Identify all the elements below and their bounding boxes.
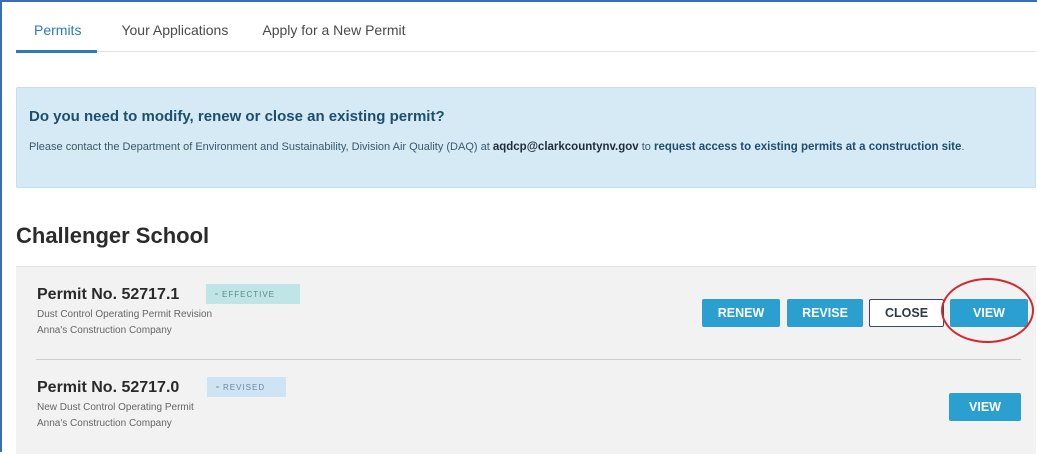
banner-text-intro: Please contact the Department of Environ… bbox=[29, 141, 493, 153]
close-button[interactable]: CLOSE bbox=[869, 299, 944, 327]
permit-company: Anna's Construction Company bbox=[37, 418, 172, 429]
tab-bar: Permits Your Applications Apply for a Ne… bbox=[16, 10, 1036, 53]
banner-text-end: . bbox=[961, 141, 965, 153]
site-title: Challenger School bbox=[16, 223, 210, 248]
view-button[interactable]: VIEW bbox=[949, 393, 1021, 421]
permit-type: Dust Control Operating Permit Revision bbox=[37, 309, 213, 320]
renew-button[interactable]: RENEW bbox=[702, 299, 780, 327]
banner-text-mid: to bbox=[638, 141, 654, 153]
banner-text: Please contact the Department of Environ… bbox=[29, 138, 1019, 157]
tab-your-applications[interactable]: Your Applications bbox=[121, 10, 228, 52]
tab-permits[interactable]: Permits bbox=[16, 10, 98, 53]
permit-type: New Dust Control Operating Permit bbox=[37, 402, 194, 413]
permit-row: Permit No. 52717.0 REVISED New Dust Cont… bbox=[16, 360, 1036, 450]
status-dot-icon bbox=[216, 386, 219, 388]
tab-apply-new-permit[interactable]: Apply for a New Permit bbox=[262, 10, 405, 52]
status-badge: REVISED bbox=[207, 377, 286, 397]
contact-email[interactable]: aqdcp@clarkcountynv.gov bbox=[493, 141, 639, 153]
banner-title: Do you need to modify, renew or close an… bbox=[29, 108, 445, 125]
permit-company: Anna's Construction Company bbox=[37, 325, 172, 336]
app-frame: Permits Your Applications Apply for a Ne… bbox=[0, 0, 1037, 454]
status-badge-label: EFFECTIVE bbox=[222, 289, 276, 299]
info-banner: Do you need to modify, renew or close an… bbox=[16, 87, 1036, 188]
status-badge-label: REVISED bbox=[223, 382, 266, 392]
status-dot-icon bbox=[215, 293, 218, 295]
permit-number: Permit No. 52717.1 bbox=[37, 286, 180, 303]
revise-button[interactable]: REVISE bbox=[787, 299, 863, 327]
status-badge: EFFECTIVE bbox=[206, 284, 300, 304]
view-button[interactable]: VIEW bbox=[950, 299, 1028, 327]
request-access-link[interactable]: request access to existing permits at a … bbox=[654, 141, 961, 153]
permit-list: Permit No. 52717.1 EFFECTIVE Dust Contro… bbox=[16, 266, 1036, 454]
permit-row: Permit No. 52717.1 EFFECTIVE Dust Contro… bbox=[16, 267, 1036, 357]
permit-number: Permit No. 52717.0 bbox=[37, 379, 180, 396]
